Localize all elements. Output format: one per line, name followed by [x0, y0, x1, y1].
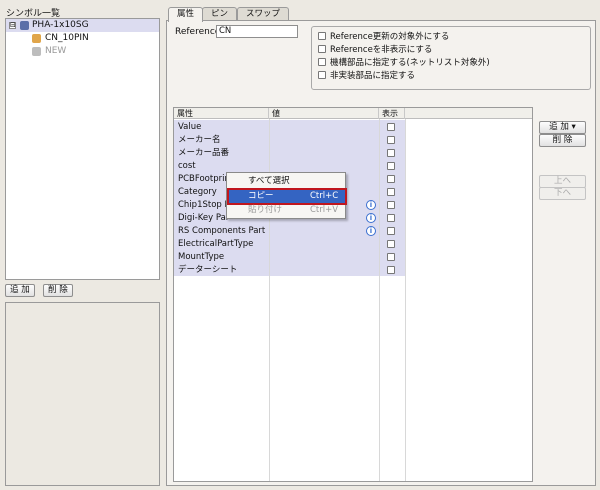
menu-item-paste[interactable]: 貼り付け Ctrl+V [229, 204, 345, 217]
table-row[interactable]: RS Components Part… i [174, 225, 532, 238]
mechanical-part-checkbox[interactable]: 機構部品に指定する(ネットリスト対象外) [318, 57, 490, 69]
checkbox-box[interactable] [318, 58, 326, 66]
add-attribute-button[interactable]: 追 加 ▾ [539, 121, 586, 134]
tree-item-label: NEW [45, 46, 67, 56]
display-checkbox[interactable] [387, 188, 395, 196]
table-row[interactable]: ElectricalPartType [174, 238, 532, 251]
attribute-name-cell: ElectricalPartType [178, 239, 254, 249]
tree-item-label: CN_10PIN [45, 33, 89, 43]
exclude-reference-update-checkbox[interactable]: Reference更新の対象外にする [318, 31, 449, 43]
display-checkbox[interactable] [387, 227, 395, 235]
move-down-button[interactable]: 下へ [539, 187, 586, 200]
delete-symbol-button[interactable]: 削 除 [43, 284, 73, 297]
attribute-name-cell: MountType [178, 252, 225, 262]
display-checkbox[interactable] [387, 266, 395, 274]
display-checkbox[interactable] [387, 123, 395, 131]
attribute-name-cell: データーシート [178, 265, 238, 275]
delete-attribute-button[interactable]: 削 除 [539, 134, 586, 147]
table-row[interactable]: Value [174, 121, 532, 134]
checkbox-box[interactable] [318, 71, 326, 79]
reference-options-group: Reference更新の対象外にする Referenceを非表示にする 機構部品… [311, 26, 591, 90]
tree-item-label: PHA-1x10SG [32, 20, 89, 30]
info-icon[interactable]: i [366, 226, 376, 236]
context-menu: すべて選択 コピー Ctrl+C 貼り付け Ctrl+V [226, 172, 347, 219]
collapse-icon[interactable]: ⊟ [9, 22, 16, 29]
tree-item-new[interactable]: NEW [6, 45, 159, 58]
symbol-preview-panel [5, 302, 160, 486]
column-header-display[interactable]: 表示 [379, 108, 405, 119]
reference-input[interactable]: CN [216, 25, 298, 38]
display-checkbox[interactable] [387, 149, 395, 157]
table-row[interactable]: メーカー名 [174, 134, 532, 147]
info-icon[interactable]: i [366, 213, 376, 223]
attribute-name-cell: RS Components Part… [178, 226, 266, 236]
tab-pins[interactable]: ピン [202, 7, 238, 21]
reference-label: Reference [175, 27, 221, 37]
column-header-attribute[interactable]: 属性 [174, 108, 269, 119]
checkbox-box[interactable] [318, 32, 326, 40]
tab-swap[interactable]: スワップ [237, 7, 290, 21]
attribute-name-cell: Value [178, 122, 202, 132]
table-row[interactable]: メーカー品番 [174, 147, 532, 160]
hide-reference-checkbox[interactable]: Referenceを非表示にする [318, 44, 432, 56]
unmounted-part-checkbox[interactable]: 非実装部品に指定する [318, 70, 415, 82]
tree-item-cn10pin[interactable]: CN_10PIN [6, 32, 159, 45]
attributes-table[interactable]: 属性 値 表示 Value メーカー名 メーカー品番 cost PCBFootprint… [173, 107, 533, 482]
info-icon[interactable]: i [366, 200, 376, 210]
menu-item-copy[interactable]: コピー Ctrl+C [227, 188, 347, 205]
tab-attributes[interactable]: 属性 [168, 7, 204, 22]
symbol-icon [32, 47, 41, 56]
display-checkbox[interactable] [387, 240, 395, 248]
attribute-name-cell: メーカー名 [178, 135, 221, 145]
display-checkbox[interactable] [387, 214, 395, 222]
display-checkbox[interactable] [387, 136, 395, 144]
checkbox-box[interactable] [318, 45, 326, 53]
table-row[interactable]: MountType [174, 251, 532, 264]
tree-item-root[interactable]: ⊟ PHA-1x10SG [6, 19, 159, 32]
table-row[interactable]: データーシート [174, 264, 532, 277]
column-header-value[interactable]: 値 [269, 108, 379, 119]
add-symbol-button[interactable]: 追 加 [5, 284, 35, 297]
display-checkbox[interactable] [387, 162, 395, 170]
display-checkbox[interactable] [387, 201, 395, 209]
symbol-tree[interactable]: ⊟ PHA-1x10SG CN_10PIN NEW [5, 18, 160, 280]
symbol-icon [32, 34, 41, 43]
attribute-name-cell: メーカー品番 [178, 148, 230, 158]
display-checkbox[interactable] [387, 253, 395, 261]
table-header: 属性 値 表示 [174, 108, 532, 119]
component-icon [20, 21, 29, 30]
menu-item-select-all[interactable]: すべて選択 [229, 175, 345, 188]
display-checkbox[interactable] [387, 175, 395, 183]
